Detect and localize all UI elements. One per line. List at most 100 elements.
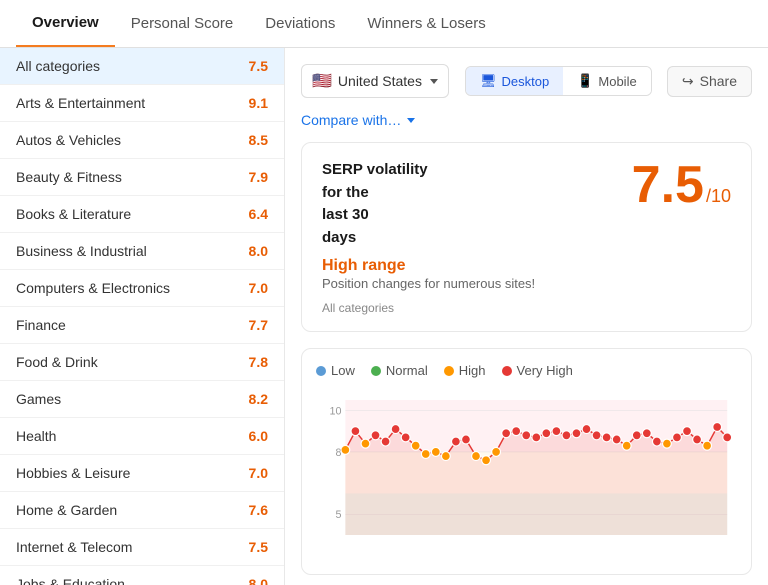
category-name: Internet & Telecom: [16, 539, 132, 555]
country-flag: 🇺🇸: [312, 71, 332, 91]
sidebar-item-1[interactable]: Arts & Entertainment 9.1: [0, 85, 284, 122]
country-name: United States: [338, 73, 422, 89]
country-chevron-icon: [430, 79, 438, 84]
sidebar-item-3[interactable]: Beauty & Fitness 7.9: [0, 159, 284, 196]
category-score: 6.0: [249, 428, 268, 444]
compare-row: Compare with…: [301, 112, 752, 128]
category-score: 7.0: [249, 280, 268, 296]
legend-label: Low: [331, 363, 355, 378]
category-score: 7.5: [249, 539, 268, 555]
right-panel: 🇺🇸 United States 🖥 Desktop 📱 Mobile: [285, 48, 768, 585]
category-name: All categories: [16, 58, 100, 74]
nav-deviations[interactable]: Deviations: [249, 1, 351, 46]
category-name: Hobbies & Leisure: [16, 465, 130, 481]
sidebar-item-14[interactable]: Jobs & Education 8.0: [0, 566, 284, 585]
desktop-btn[interactable]: 🖥 Desktop: [466, 67, 563, 95]
category-score: 8.0: [249, 576, 268, 585]
sidebar-item-0[interactable]: All categories 7.5: [0, 48, 284, 85]
serp-info: SERP volatility for the last 30 days Hig…: [322, 159, 632, 315]
sidebar-item-13[interactable]: Internet & Telecom 7.5: [0, 529, 284, 566]
legend-item-very-high: Very High: [502, 363, 573, 378]
chart-section: Low Normal High Very High 5 8 10: [301, 348, 752, 575]
sidebar-item-12[interactable]: Home & Garden 7.6: [0, 492, 284, 529]
category-score: 7.6: [249, 502, 268, 518]
category-score: 6.4: [249, 206, 268, 222]
category-score: 8.2: [249, 391, 268, 407]
category-score: 7.5: [249, 58, 268, 74]
nav-overview[interactable]: Overview: [16, 0, 115, 47]
legend-item-high: High: [444, 363, 486, 378]
sidebar-item-6[interactable]: Computers & Electronics 7.0: [0, 270, 284, 307]
mobile-label: Mobile: [598, 74, 636, 89]
serp-card: SERP volatility for the last 30 days Hig…: [301, 142, 752, 332]
category-name: Health: [16, 428, 56, 444]
category-score: 8.5: [249, 132, 268, 148]
serp-score-denom: /10: [706, 186, 731, 207]
category-score: 7.7: [249, 317, 268, 333]
compare-chevron-icon: [407, 118, 415, 123]
category-name: Books & Literature: [16, 206, 131, 222]
category-score: 8.0: [249, 243, 268, 259]
share-label: Share: [700, 73, 737, 89]
desktop-label: Desktop: [502, 74, 550, 89]
sidebar-item-7[interactable]: Finance 7.7: [0, 307, 284, 344]
legend-dot: [371, 366, 381, 376]
sidebar-item-9[interactable]: Games 8.2: [0, 381, 284, 418]
share-button[interactable]: ↪ Share: [667, 66, 752, 97]
sidebar-item-8[interactable]: Food & Drink 7.8: [0, 344, 284, 381]
legend-dot: [316, 366, 326, 376]
category-name: Computers & Electronics: [16, 280, 170, 296]
sidebar-item-11[interactable]: Hobbies & Leisure 7.0: [0, 455, 284, 492]
category-name: Jobs & Education: [16, 576, 125, 585]
category-name: Food & Drink: [16, 354, 98, 370]
serp-chart: 5 8 10: [316, 390, 737, 560]
share-icon: ↪: [682, 73, 694, 90]
category-name: Games: [16, 391, 61, 407]
legend-item-normal: Normal: [371, 363, 428, 378]
category-score: 7.9: [249, 169, 268, 185]
category-name: Home & Garden: [16, 502, 117, 518]
legend-label: Normal: [386, 363, 428, 378]
category-sidebar: All categories 7.5Arts & Entertainment 9…: [0, 48, 285, 585]
serp-description: Position changes for numerous sites!: [322, 276, 535, 291]
serp-range-label: High range: [322, 257, 406, 274]
sidebar-item-10[interactable]: Health 6.0: [0, 418, 284, 455]
category-score: 7.0: [249, 465, 268, 481]
serp-subtitle: All categories: [322, 301, 632, 315]
category-name: Autos & Vehicles: [16, 132, 121, 148]
serp-title: SERP volatility for the last 30 days: [322, 159, 632, 249]
category-name: Business & Industrial: [16, 243, 147, 259]
legend-item-low: Low: [316, 363, 355, 378]
category-name: Arts & Entertainment: [16, 95, 145, 111]
controls-row: 🇺🇸 United States 🖥 Desktop 📱 Mobile: [301, 64, 752, 98]
compare-label: Compare with…: [301, 112, 401, 128]
nav-winners-losers[interactable]: Winners & Losers: [351, 1, 501, 46]
serp-score-value: 7.5: [632, 159, 704, 211]
device-toggle: 🖥 Desktop 📱 Mobile: [465, 66, 652, 96]
legend-dot: [502, 366, 512, 376]
mobile-btn[interactable]: 📱 Mobile: [563, 67, 650, 95]
sidebar-item-5[interactable]: Business & Industrial 8.0: [0, 233, 284, 270]
nav-personal-score[interactable]: Personal Score: [115, 1, 250, 46]
svg-text:10: 10: [329, 405, 341, 417]
category-score: 9.1: [249, 95, 268, 111]
device-toggle-group: 🖥 Desktop 📱 Mobile: [457, 66, 652, 96]
legend-label: Very High: [517, 363, 573, 378]
mobile-icon: 📱: [577, 73, 593, 89]
category-score: 7.8: [249, 354, 268, 370]
sidebar-item-4[interactable]: Books & Literature 6.4: [0, 196, 284, 233]
compare-link[interactable]: Compare with…: [301, 112, 752, 128]
desktop-icon: 🖥: [480, 73, 497, 89]
legend-label: High: [459, 363, 486, 378]
svg-text:5: 5: [335, 509, 341, 521]
country-selector[interactable]: 🇺🇸 United States: [301, 64, 449, 98]
chart-wrapper: 5 8 10: [316, 390, 737, 560]
serp-score: 7.5 /10: [632, 159, 731, 211]
category-name: Beauty & Fitness: [16, 169, 122, 185]
category-name: Finance: [16, 317, 66, 333]
chart-legend: Low Normal High Very High: [316, 363, 737, 378]
main-layout: All categories 7.5Arts & Entertainment 9…: [0, 48, 768, 585]
legend-dot: [444, 366, 454, 376]
top-nav: Overview Personal Score Deviations Winne…: [0, 0, 768, 48]
sidebar-item-2[interactable]: Autos & Vehicles 8.5: [0, 122, 284, 159]
